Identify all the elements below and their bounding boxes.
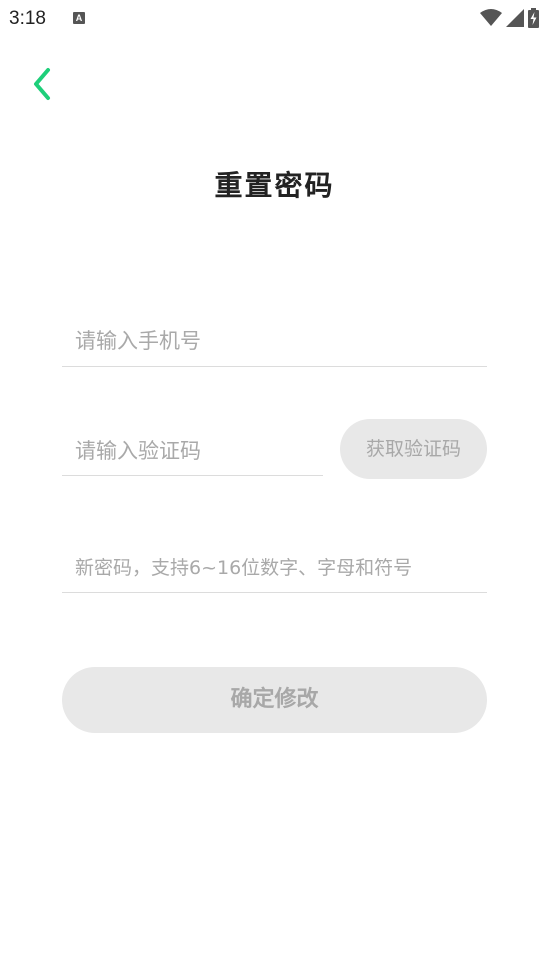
code-underline (62, 475, 323, 476)
cell-signal-icon (506, 9, 524, 27)
phone-input[interactable] (62, 320, 486, 362)
status-icons (480, 7, 539, 29)
page-title: 重置密码 (214, 169, 335, 202)
wifi-icon (480, 9, 502, 26)
back-button[interactable] (24, 64, 60, 104)
get-code-button[interactable]: 获取验证码 (340, 419, 487, 479)
phone-underline (62, 366, 487, 367)
status-bar: 3:18 A (0, 0, 549, 38)
status-time: 3:18 (9, 8, 46, 29)
confirm-button[interactable]: 确定修改 (62, 667, 487, 733)
font-a-icon: A (73, 12, 85, 24)
verification-code-input[interactable] (62, 430, 322, 472)
password-underline (62, 592, 487, 593)
battery-charging-icon (528, 8, 539, 28)
new-password-input[interactable] (62, 548, 486, 588)
chevron-left-icon (34, 68, 50, 100)
